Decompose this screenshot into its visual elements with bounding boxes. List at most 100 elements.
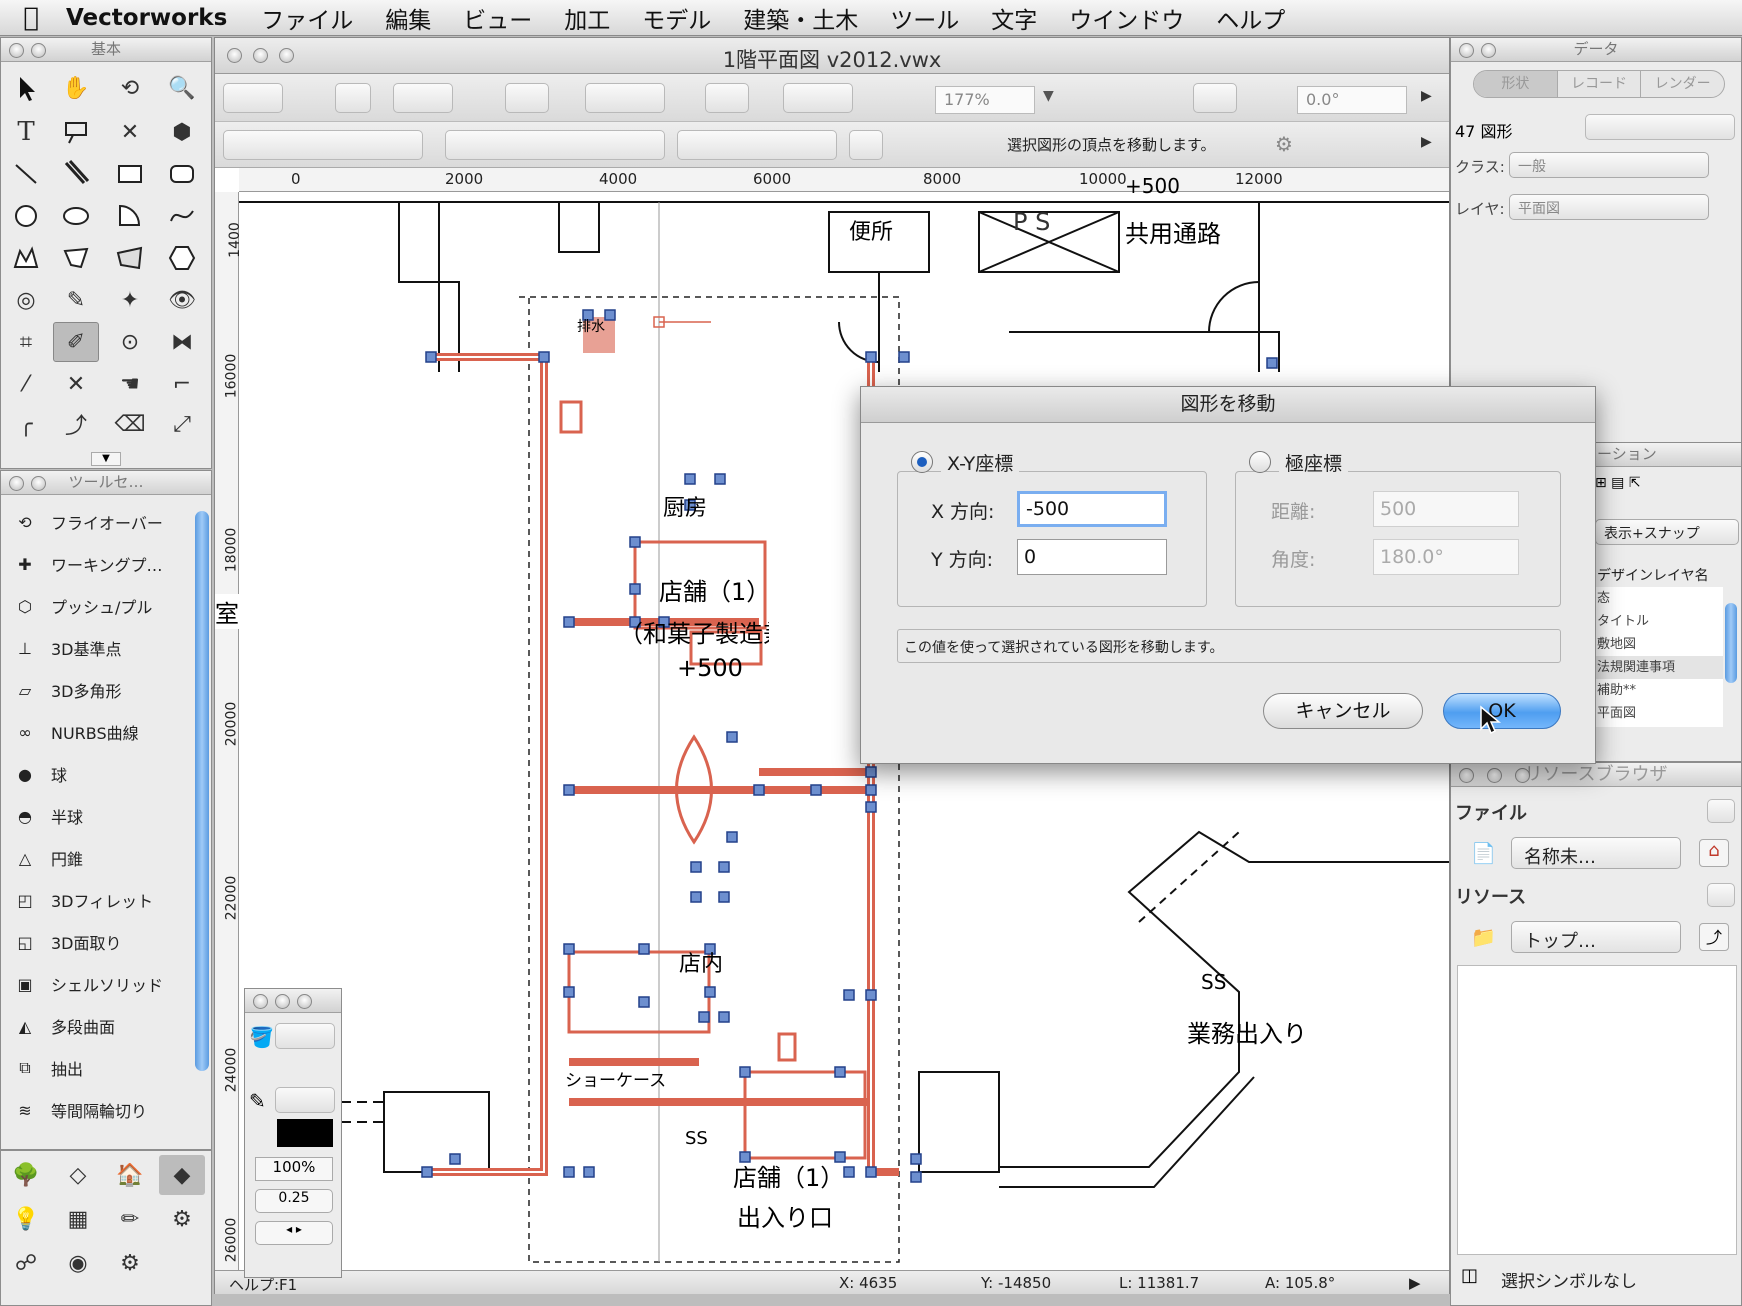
tab-record[interactable]: レコード (1556, 71, 1641, 97)
layer-row[interactable]: 态 (1591, 587, 1723, 610)
file-popup[interactable]: 名称未… (1511, 837, 1681, 869)
trim-tool-icon[interactable]: ✕ (53, 364, 99, 404)
opacity-field[interactable]: 100% (255, 1157, 333, 1181)
view-bar-more-icon[interactable]: ▶ (1421, 88, 1432, 104)
arc-tool-icon[interactable] (107, 196, 153, 236)
nav-back-button[interactable] (223, 83, 283, 113)
app-menu[interactable]: Vectorworks (62, 5, 245, 31)
gear-icon[interactable]: ⚙ (107, 1243, 153, 1283)
flyover-icon[interactable]: ⟲ (107, 68, 153, 108)
selection-tool-icon[interactable] (3, 68, 49, 108)
rectangle-tool-icon[interactable] (107, 154, 153, 194)
machine-icon[interactable]: ⚙ (159, 1199, 205, 1239)
toolset-item[interactable]: ▱ 3D多角形 (7, 669, 187, 711)
reshape-tool-icon[interactable]: ✐ (53, 322, 99, 362)
reshape-mode-group[interactable] (223, 130, 423, 160)
polar-radio[interactable] (1249, 451, 1271, 473)
palette-expand-icon[interactable]: ▼ (91, 452, 121, 466)
toolset-item[interactable]: ∞ NURBS曲線 (7, 711, 187, 753)
x-offset-field[interactable] (1017, 491, 1167, 527)
toolset-item[interactable]: ⬡ プッシュ/プル (7, 585, 187, 627)
mirror-tool-icon[interactable]: ⧓ (159, 322, 205, 362)
zoom-dropdown-icon[interactable]: ▼ (1043, 88, 1054, 104)
close-dot-icon[interactable] (9, 476, 24, 491)
connect-tool-icon[interactable]: ☚ (107, 364, 153, 404)
layer-popup[interactable]: 平面図 (1509, 194, 1709, 220)
layer-row[interactable]: 法規関連事項 (1591, 656, 1723, 679)
class-popup[interactable]: 一般 (1509, 152, 1709, 178)
resource-popup[interactable]: トップ… (1511, 921, 1681, 953)
preferences-gear-icon[interactable]: ⚙ (1275, 132, 1293, 156)
zoom-dot-icon[interactable] (297, 994, 312, 1009)
menu-text[interactable]: 文字 (975, 1, 1053, 35)
rounded-rect-icon[interactable] (159, 154, 205, 194)
building-shell-icon[interactable]: ◇ (55, 1155, 101, 1195)
layer-nav-button[interactable] (335, 83, 371, 113)
reshape-modes-group[interactable] (445, 130, 665, 160)
magic-wand-icon[interactable]: ✦ (107, 280, 153, 320)
saved-views-button[interactable] (705, 83, 749, 113)
mode-bar-more-icon[interactable]: ▶ (1421, 134, 1432, 150)
layer-row[interactable]: タイトル (1591, 610, 1723, 633)
selection-modes-group[interactable] (677, 130, 837, 160)
regular-polygon-icon[interactable] (159, 238, 205, 278)
menu-window[interactable]: ウインドウ (1053, 1, 1200, 35)
projection-button[interactable] (783, 83, 853, 113)
offset-tool-icon[interactable]: ⌐ (159, 364, 205, 404)
lighting-icon[interactable]: 💡 (3, 1199, 49, 1239)
toolset-item[interactable]: ◰ 3Dフィレット (7, 879, 187, 921)
close-dot-icon[interactable] (253, 994, 268, 1009)
pan-hand-icon[interactable]: ✋ (53, 68, 99, 108)
line-tool-icon[interactable] (3, 154, 49, 194)
status-more-icon[interactable]: ▶ (1409, 1274, 1421, 1292)
resource-list[interactable] (1457, 965, 1737, 1255)
apple-menu-icon[interactable]:  (0, 3, 62, 33)
locus-icon[interactable]: ✕ (107, 112, 153, 152)
menu-tools[interactable]: ツール (874, 1, 975, 35)
pen-style-popup[interactable] (275, 1087, 335, 1113)
arrow-style-popup[interactable]: ◂ ▸ (255, 1221, 333, 1245)
collapse-dot-icon[interactable] (31, 476, 46, 491)
polygon-icon[interactable] (53, 238, 99, 278)
collapse-dot-icon[interactable] (275, 994, 290, 1009)
hide-mode-button[interactable] (849, 130, 883, 160)
folder-up-icon[interactable]: ⤴ (1699, 923, 1729, 951)
y-offset-field[interactable] (1017, 539, 1167, 575)
double-polygon-icon[interactable] (107, 238, 153, 278)
layer-row[interactable]: 補助** (1591, 679, 1723, 702)
callout-icon[interactable] (53, 112, 99, 152)
detailing-icon[interactable]: ✏ (107, 1199, 153, 1239)
pipe-icon[interactable]: ◉ (55, 1243, 101, 1283)
toolset-item[interactable]: ▣ シェルソリッド (7, 963, 187, 1005)
view-button[interactable] (585, 83, 665, 113)
visibility-tool-icon[interactable]: 👁 (159, 280, 205, 320)
close-dot-icon[interactable] (9, 43, 24, 58)
double-line-icon[interactable] (53, 154, 99, 194)
toolset-item[interactable]: ≋ 等間隔輪切り (7, 1089, 187, 1131)
cabinet-icon[interactable]: ▦ (55, 1199, 101, 1239)
toolset-item[interactable]: ⟲ フライオーバー (7, 501, 187, 543)
home-icon[interactable]: ⌂ (1699, 839, 1729, 867)
ok-button[interactable]: OK (1443, 693, 1561, 729)
eraser-tool-icon[interactable]: ⌫ (107, 404, 153, 444)
eyedropper-icon[interactable]: ✎ (53, 280, 99, 320)
toolset-scrollbar[interactable] (195, 511, 209, 1071)
furniture-icon[interactable]: 🏠 (107, 1155, 153, 1195)
circle-tool-icon[interactable] (3, 196, 49, 236)
toolset-item[interactable]: ⧉ 抽出 (7, 1047, 187, 1089)
collapse-dot-icon[interactable] (1481, 43, 1496, 58)
zoom-dot-icon[interactable] (1515, 768, 1530, 783)
angle-field[interactable] (1373, 539, 1519, 575)
3d-modeling-icon[interactable]: ◆ (159, 1155, 205, 1195)
spiral-icon[interactable]: ◎ (3, 280, 49, 320)
polyline-icon[interactable] (3, 238, 49, 278)
file-menu-button[interactable] (1707, 799, 1735, 823)
menu-edit[interactable]: 編集 (369, 1, 447, 35)
collapse-dot-icon[interactable] (1487, 768, 1502, 783)
menu-file[interactable]: ファイル (245, 1, 369, 35)
oval-tool-icon[interactable] (53, 196, 99, 236)
close-dot-icon[interactable] (1459, 43, 1474, 58)
cancel-button[interactable]: キャンセル (1263, 693, 1423, 729)
layers-button[interactable] (393, 83, 453, 113)
toolset-item[interactable]: ◭ 多段曲面 (7, 1005, 187, 1047)
